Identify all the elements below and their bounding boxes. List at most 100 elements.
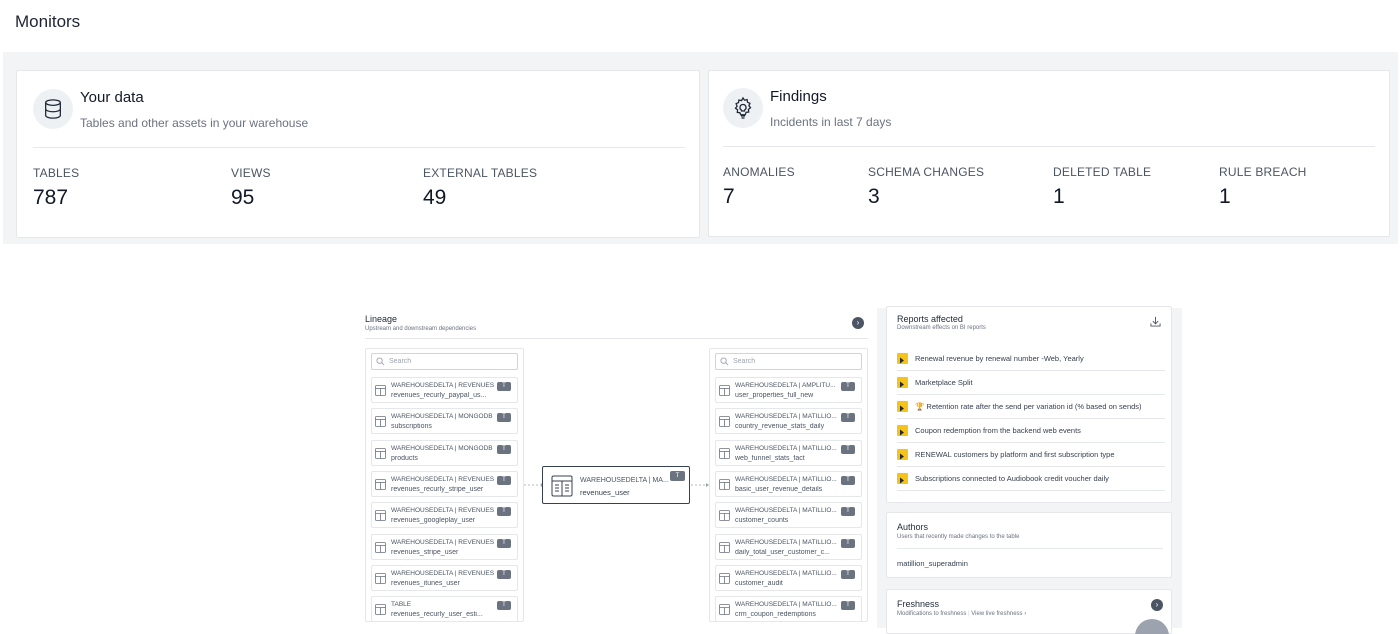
node-path: WAREHOUSEDELTA | MATILLIO... — [735, 601, 837, 609]
report-item[interactable]: Renewal revenue by renewal number -Web, … — [897, 347, 1165, 371]
node-name: revenues_itunes_user — [391, 579, 460, 587]
report-item[interactable]: 🏆 Retention rate after the send per vari… — [897, 395, 1165, 419]
table-icon — [375, 572, 386, 584]
lineage-node[interactable]: WAREHOUSEDELTA | REVENUES revenues_stripe… — [371, 533, 518, 560]
stat-value-deleted-table[interactable]: 1 — [1053, 185, 1065, 209]
node-name: subscriptions — [391, 423, 432, 431]
report-label: 🏆 Retention rate after the send per vari… — [915, 402, 1142, 411]
author-item[interactable]: matillion_superadmin — [897, 559, 968, 568]
table-icon — [719, 604, 730, 615]
authors-subtitle: Users that recently made changes to the … — [897, 534, 1020, 540]
lineage-node[interactable]: WAREHOUSEDELTA | AMPLITU... user_properti… — [715, 377, 862, 403]
node-name: revenues_stripe_user — [391, 548, 459, 556]
node-name: customer_audit — [735, 579, 783, 587]
bi-report-icon — [897, 449, 908, 460]
lineage-node[interactable]: WAREHOUSEDELTA | MATILLIO... daily_total_… — [715, 533, 862, 560]
report-item[interactable]: RENEWAL customers by platform and first … — [897, 443, 1165, 467]
node-path: WAREHOUSEDELTA | REVENUES — [391, 382, 495, 389]
bi-report-icon — [897, 353, 908, 364]
table-icon — [375, 541, 386, 553]
lineage-node[interactable]: WAREHOUSEDELTA | REVENUES revenues_recurl… — [371, 377, 518, 403]
node-path: WAREHOUSEDELTA | REVENUES — [391, 507, 495, 515]
node-name: revenues_recurly_stripe_user — [391, 485, 484, 493]
center-table-node[interactable]: WAREHOUSEDELTA | MA... revenues_user T — [542, 466, 690, 504]
lineage-panel: Lineage Upstream and downstream dependen… — [365, 308, 868, 624]
page-title: Monitors — [15, 12, 81, 31]
table-type-badge: T — [841, 601, 855, 611]
lineage-node[interactable]: WAREHOUSEDELTA | MATILLIO... basic_user_r… — [715, 470, 862, 497]
center-node-name: revenues_user — [580, 488, 630, 497]
node-name: revenues_googleplay_user — [391, 517, 476, 525]
stat-value-views[interactable]: 95 — [231, 186, 254, 210]
upstream-column: Search WAREHOUSEDELTA | REVENUES revenues… — [365, 348, 524, 622]
node-name: revenues_recurly_user_esti... — [391, 611, 483, 619]
downstream-search-input[interactable]: Search — [715, 353, 862, 370]
lineage-node[interactable]: WAREHOUSEDELTA | MATILLIO... customer_aud… — [715, 564, 862, 591]
divider — [33, 147, 685, 148]
table-icon — [375, 604, 386, 615]
report-item[interactable]: Subscriptions connected to Audiobook cre… — [897, 467, 1165, 491]
report-label: Renewal revenue by renewal number -Web, … — [915, 354, 1084, 363]
search-icon — [720, 357, 729, 366]
table-type-badge: T — [841, 382, 855, 391]
table-icon — [375, 416, 386, 428]
table-icon — [375, 510, 386, 522]
center-node-path: WAREHOUSEDELTA | MA... — [580, 477, 669, 484]
node-path: WAREHOUSEDELTA | MATILLIO... — [735, 444, 837, 452]
stat-value-rule-breach[interactable]: 1 — [1219, 185, 1231, 209]
stat-value-tables[interactable]: 787 — [33, 186, 68, 210]
stat-label-rule-breach: RULE BREACH — [1219, 165, 1307, 179]
lineage-node[interactable]: WAREHOUSEDELTA | REVENUES revenues_google… — [371, 502, 518, 529]
expand-icon[interactable]: › — [1151, 599, 1163, 611]
download-icon[interactable] — [1150, 316, 1161, 327]
stat-value-external-tables[interactable]: 49 — [423, 186, 446, 210]
findings-title: Findings — [770, 88, 827, 105]
lineage-node[interactable]: WAREHOUSEDELTA | MONGODB subscriptions T — [371, 408, 518, 435]
report-label: Subscriptions connected to Audiobook cre… — [915, 474, 1109, 483]
node-path: WAREHOUSEDELTA | REVENUES — [391, 475, 495, 483]
stat-label-deleted-table: DELETED TABLE — [1053, 165, 1152, 179]
search-placeholder: Search — [733, 358, 756, 365]
lineage-node[interactable]: WAREHOUSEDELTA | MATILLIO... web_funnel_s… — [715, 439, 862, 466]
upstream-search-input[interactable]: Search — [371, 353, 518, 370]
details-sidebar: Reports affected Downstream effects on B… — [877, 306, 1182, 634]
search-icon — [376, 357, 385, 366]
bi-report-icon — [897, 425, 908, 436]
node-path: WAREHOUSEDELTA | AMPLITU... — [735, 382, 836, 389]
node-path: WAREHOUSEDELTA | REVENUES — [391, 569, 495, 577]
stat-value-anomalies[interactable]: 7 — [723, 185, 735, 209]
lineage-node[interactable]: TABLE revenues_recurly_user_esti... T — [371, 596, 518, 621]
node-path: WAREHOUSEDELTA | MATILLIO... — [735, 569, 837, 577]
lineage-node[interactable]: WAREHOUSEDELTA | REVENUES revenues_recurl… — [371, 470, 518, 497]
table-type-badge: T — [841, 413, 855, 423]
table-type-badge: T — [841, 538, 855, 548]
table-type-badge: T — [497, 444, 511, 454]
report-item[interactable]: Marketplace Split — [897, 371, 1165, 395]
table-icon — [719, 541, 730, 553]
node-name: products — [391, 454, 418, 462]
lineage-node[interactable]: WAREHOUSEDELTA | MATILLIO... crm_coupon_r… — [715, 596, 862, 621]
report-label: Marketplace Split — [915, 378, 973, 387]
lineage-node[interactable]: WAREHOUSEDELTA | MATILLIO... country_reve… — [715, 408, 862, 435]
table-type-badge: T — [841, 444, 855, 454]
lineage-node[interactable]: WAREHOUSEDELTA | MONGODB products T — [371, 439, 518, 466]
report-item[interactable]: Coupon redemption from the backend web e… — [897, 419, 1165, 443]
database-icon — [33, 89, 73, 129]
view-live-freshness-link[interactable]: View live freshness › — [971, 611, 1026, 617]
divider — [723, 146, 1375, 147]
reports-subtitle: Downstream effects on BI reports — [897, 325, 986, 331]
stat-label-views: VIEWS — [231, 166, 271, 180]
lineage-node[interactable]: WAREHOUSEDELTA | REVENUES revenues_itunes… — [371, 564, 518, 591]
node-path: WAREHOUSEDELTA | MATILLIO... — [735, 507, 837, 515]
node-path: WAREHOUSEDELTA | MATILLIO... — [735, 413, 837, 421]
lineage-node[interactable]: WAREHOUSEDELTA | MATILLIO... customer_cou… — [715, 502, 862, 529]
table-icon — [375, 447, 386, 459]
table-type-badge: T — [497, 413, 511, 423]
authors-card: Authors Users that recently made changes… — [886, 512, 1172, 578]
stat-value-schema-changes[interactable]: 3 — [868, 185, 880, 209]
stat-label-tables: TABLES — [33, 166, 80, 180]
node-name: customer_counts — [735, 517, 789, 525]
report-label: Coupon redemption from the backend web e… — [915, 426, 1081, 435]
your-data-subtitle: Tables and other assets in your warehous… — [80, 116, 309, 130]
divider — [897, 548, 1163, 549]
